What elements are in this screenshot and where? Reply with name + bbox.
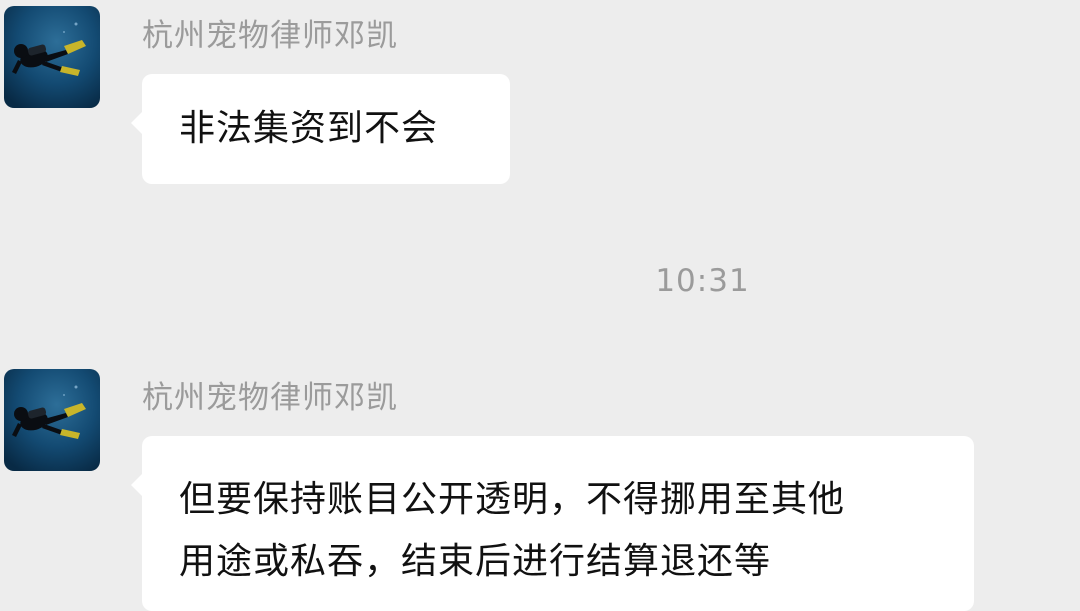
scuba-diver-avatar-icon[interactable] bbox=[4, 369, 100, 471]
sender-name: 杭州宠物律师邓凯 bbox=[142, 380, 398, 416]
message-text: 非法集资到不会 bbox=[179, 108, 439, 149]
scuba-diver-avatar-icon[interactable] bbox=[4, 6, 100, 108]
chat-timestamp: 10:31 bbox=[655, 263, 750, 299]
message-text-line: 但要保持账目公开透明，不得挪用至其他 bbox=[179, 479, 846, 520]
message-text-line: 用途或私吞，结束后进行结算退还等 bbox=[179, 541, 772, 582]
chat-area[interactable]: 杭州宠物律师邓凯 非法集资到不会 10:31 杭州宠物律师邓凯 但要保持账目公开… bbox=[0, 0, 1080, 611]
message-bubble[interactable]: 但要保持账目公开透明，不得挪用至其他 用途或私吞，结束后进行结算退还等 bbox=[131, 436, 974, 611]
sender-name: 杭州宠物律师邓凯 bbox=[142, 18, 398, 54]
message-bubble[interactable]: 非法集资到不会 bbox=[131, 74, 510, 184]
